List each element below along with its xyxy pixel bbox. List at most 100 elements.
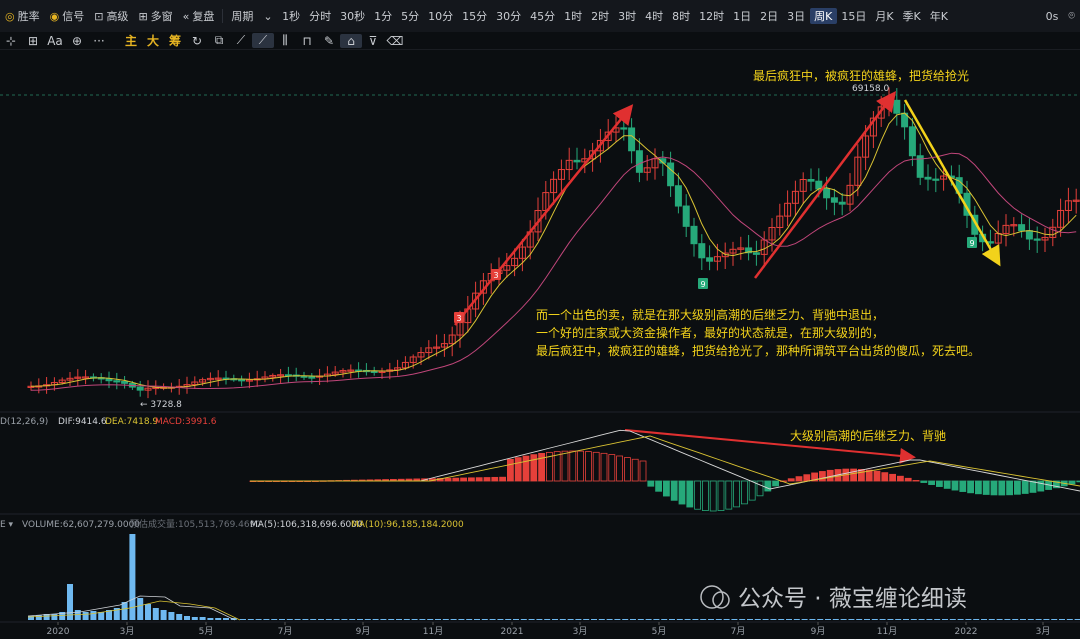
volume-bar: [957, 619, 964, 620]
volume-bar: [1074, 619, 1080, 620]
volume-bar: [528, 619, 535, 620]
macd-bar-positive: [608, 454, 616, 482]
macd-bar-positive: [858, 468, 865, 482]
volume-bar: [645, 619, 652, 620]
price-high-label: 69158.0: [852, 84, 889, 94]
volume-bar: [1035, 619, 1042, 620]
macd-bar-positive: [819, 471, 826, 482]
macd-bar-positive: [912, 480, 920, 482]
macd-bar-positive: [522, 455, 530, 482]
macd-bar-positive: [452, 477, 460, 482]
volume-bar: [793, 619, 800, 620]
macd-bar-positive: [483, 477, 491, 482]
volume-bar: [622, 619, 629, 620]
macd-bar-positive: [460, 477, 468, 482]
volume-bar: [279, 619, 285, 620]
volume-bar: [934, 619, 941, 620]
annotation-body-line: 一个好的庄家或大资金操作者，最好的状态就是，在那大级别的，: [536, 325, 884, 340]
macd-bar-negative: [733, 480, 740, 508]
volume-bar: [474, 619, 480, 620]
macd-bar-positive: [491, 476, 499, 482]
macd-bar-positive: [616, 455, 623, 482]
wechat-icon-inner: [712, 591, 730, 609]
volume-bar: [770, 619, 777, 620]
volume-bar: [723, 619, 730, 620]
candle-down: [136, 386, 144, 391]
volume-bar: [396, 619, 402, 620]
volume-bar: [559, 619, 566, 620]
rally-arrow-1: [454, 104, 634, 326]
macd-bar-positive: [506, 458, 514, 482]
volume-bar: [247, 619, 254, 620]
volume-bar: [497, 619, 504, 620]
macd-bar-positive: [787, 478, 795, 482]
macd-bar-negative: [702, 480, 709, 511]
volume-bar: [364, 619, 371, 620]
macd-bar-negative: [647, 480, 655, 487]
volume-bar: [910, 619, 917, 620]
candle-down: [674, 185, 682, 207]
macd-bar-positive: [585, 451, 592, 482]
candle-down: [807, 179, 815, 182]
macd-bar-positive: [514, 457, 522, 482]
macd-bar-negative: [709, 480, 717, 512]
candle-down: [698, 243, 706, 259]
volume-bar: [427, 619, 434, 620]
volume-bar: [137, 598, 144, 620]
volume-bar: [926, 619, 933, 620]
candle-down: [308, 376, 316, 379]
macd-bar-positive: [444, 477, 452, 482]
volume-bar: [653, 619, 660, 620]
x-tick-label: 3月: [1036, 626, 1051, 637]
volume-bar: [520, 619, 527, 620]
volume-bar: [466, 619, 473, 620]
macd-bar-negative: [717, 480, 725, 511]
macd-bar-positive: [826, 469, 834, 482]
volume-bar: [1012, 619, 1019, 620]
macd-bar-positive: [561, 450, 569, 482]
volume-bar: [442, 619, 449, 620]
volume-bar: [357, 619, 363, 620]
macd-bar-negative: [725, 480, 733, 510]
x-tick-label: 9月: [811, 626, 826, 637]
volume-bar: [325, 619, 332, 620]
annotation-arrows: [454, 91, 1001, 464]
volume-bar: [832, 619, 839, 620]
volume-bar: [294, 619, 301, 620]
price-chart[interactable]: 2020 3月 5月 7月 9月 11月 2021 3月 5月 7月 9月 11月 2022 3月 3 3 9…: [0, 0, 1080, 639]
candle-down: [121, 381, 129, 384]
volume-bar: [903, 619, 909, 620]
macd-legend: D(12,26,9): [0, 417, 48, 427]
macd-dea-value: DEA:7418.9: [105, 417, 158, 427]
candle-down: [690, 225, 698, 245]
volume-bar: [708, 619, 714, 620]
volume-bar: [152, 608, 159, 620]
volume-bar: [965, 619, 972, 620]
candle-down: [620, 127, 628, 130]
volume-bar: [692, 619, 699, 620]
macd-bar-negative: [741, 480, 748, 505]
macd-bar-negative: [663, 480, 670, 497]
macd-bar-positive: [889, 473, 896, 482]
volume-bar: [591, 619, 597, 620]
volume-bar: [121, 602, 128, 620]
macd-hist-value: MACD:3991.6: [155, 417, 217, 427]
volume-bar: [871, 619, 878, 620]
volume-bar: [825, 619, 831, 620]
macd-bar-positive: [467, 477, 475, 482]
volume-bar: [786, 619, 792, 620]
macd-bar-negative: [943, 480, 951, 489]
macd-bar-positive: [897, 475, 904, 482]
macd-bar-positive: [475, 477, 483, 482]
volume-bar: [372, 619, 379, 620]
volume-bar: [879, 619, 886, 620]
volume-bar: [481, 619, 488, 620]
annotation-body-line: 最后疯狂中，被疯狂的雄蜂，把货给抢光了，那种所谓筑平台出货的傻瓜，死去吧。: [536, 343, 980, 358]
x-tick-label: 2020: [47, 627, 70, 637]
candle-down: [932, 178, 940, 181]
volume-bar: [435, 619, 441, 620]
candle-down: [838, 201, 846, 205]
volume-legend: E ▾: [0, 520, 14, 530]
x-tick-label: 7月: [731, 626, 746, 637]
volume-bar: [184, 616, 190, 620]
